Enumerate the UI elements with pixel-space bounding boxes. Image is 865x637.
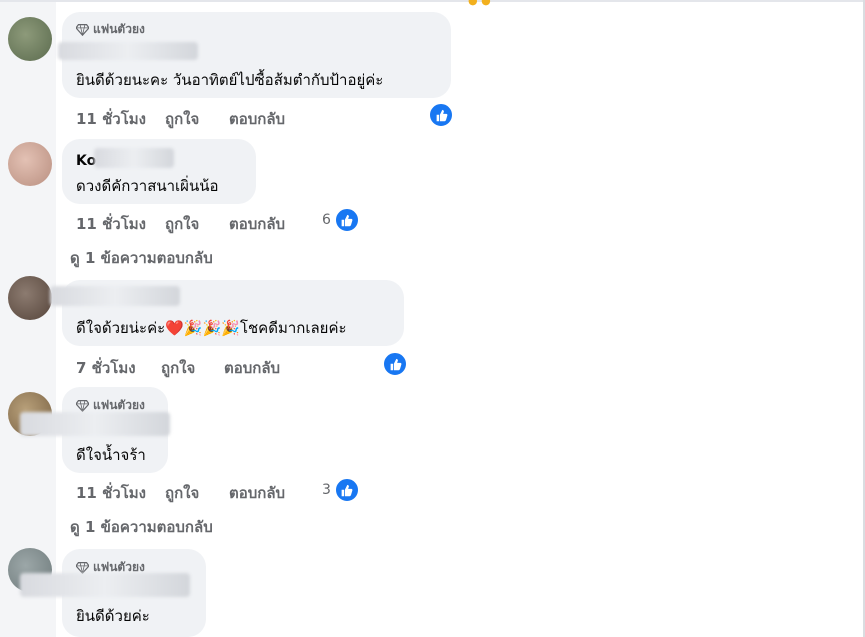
reply-link[interactable]: ตอบกลับ	[229, 212, 285, 236]
blurred-name	[50, 286, 180, 306]
avatar[interactable]	[8, 276, 52, 320]
reaction-summary[interactable]	[379, 351, 408, 377]
comment-text: ยินดีด้วยค่ะ	[76, 607, 150, 625]
reply-link[interactable]: ตอบกลับ	[229, 107, 285, 131]
diamond-icon	[76, 400, 89, 412]
avatar[interactable]	[8, 142, 52, 186]
view-replies-label: ดู 1 ข้อความตอบกลับ	[70, 249, 213, 267]
reply-link[interactable]: ตอบกลับ	[229, 481, 285, 505]
avatar[interactable]	[8, 17, 52, 61]
reaction-summary[interactable]: 6	[322, 207, 360, 233]
reaction-count: 3	[322, 482, 331, 498]
blurred-name	[20, 412, 170, 436]
top-reaction-icons: ● ●	[468, 0, 491, 7]
emoji-group: ❤️🎉🎉🎉	[165, 319, 240, 337]
top-divider	[0, 0, 865, 2]
comment-text-start: ดีใจด้วยน่ะค่ะ	[76, 319, 166, 337]
like-link[interactable]: ถูกใจ	[161, 356, 195, 380]
view-replies-link[interactable]: ดู 1 ข้อความตอบกลับ	[70, 246, 213, 270]
comment-text: ดีใจน้ำจร้า	[76, 446, 146, 464]
like-link[interactable]: ถูกใจ	[165, 212, 199, 236]
diamond-icon	[76, 24, 89, 36]
reaction-count: 6	[322, 212, 331, 228]
comment-time[interactable]: 7 ชั่วโมง	[76, 356, 136, 380]
reaction-summary[interactable]: 3	[322, 477, 360, 503]
reaction-summary[interactable]	[425, 102, 454, 128]
comment-time[interactable]: 11 ชั่วโมง	[76, 107, 146, 131]
like-link[interactable]: ถูกใจ	[165, 481, 199, 505]
view-replies-label: ดู 1 ข้อความตอบกลับ	[70, 518, 213, 536]
fan-badge[interactable]: แฟนตัวยง	[76, 20, 145, 39]
like-link[interactable]: ถูกใจ	[165, 107, 199, 131]
view-replies-link[interactable]: ดู 1 ข้อความตอบกลับ	[70, 515, 213, 539]
blurred-name	[94, 148, 174, 168]
thumbs-up-icon	[333, 207, 360, 233]
thumbs-up-icon	[333, 477, 360, 503]
thumbs-up-icon	[382, 351, 408, 377]
comment-text: ยินดีด้วยนะคะ วันอาทิตย์ไปซื้อส้มตำกับป้…	[76, 71, 384, 89]
blurred-name	[20, 573, 190, 597]
comment-text: ดีใจด้วยน่ะค่ะ❤️🎉🎉🎉โชคดีมากเลยค่ะ	[76, 316, 347, 340]
blurred-name	[58, 42, 198, 60]
comment-time[interactable]: 11 ชั่วโมง	[76, 481, 146, 505]
thumbs-up-icon	[428, 102, 454, 128]
reply-link[interactable]: ตอบกลับ	[224, 356, 280, 380]
badge-label: แฟนตัวยง	[93, 22, 145, 36]
comment-time[interactable]: 11 ชั่วโมง	[76, 212, 146, 236]
comment-text: ดวงดีคักวาสนาเผิ่นน้อ	[76, 177, 219, 195]
comment-text-end: โชคดีมากเลยค่ะ	[239, 319, 347, 337]
